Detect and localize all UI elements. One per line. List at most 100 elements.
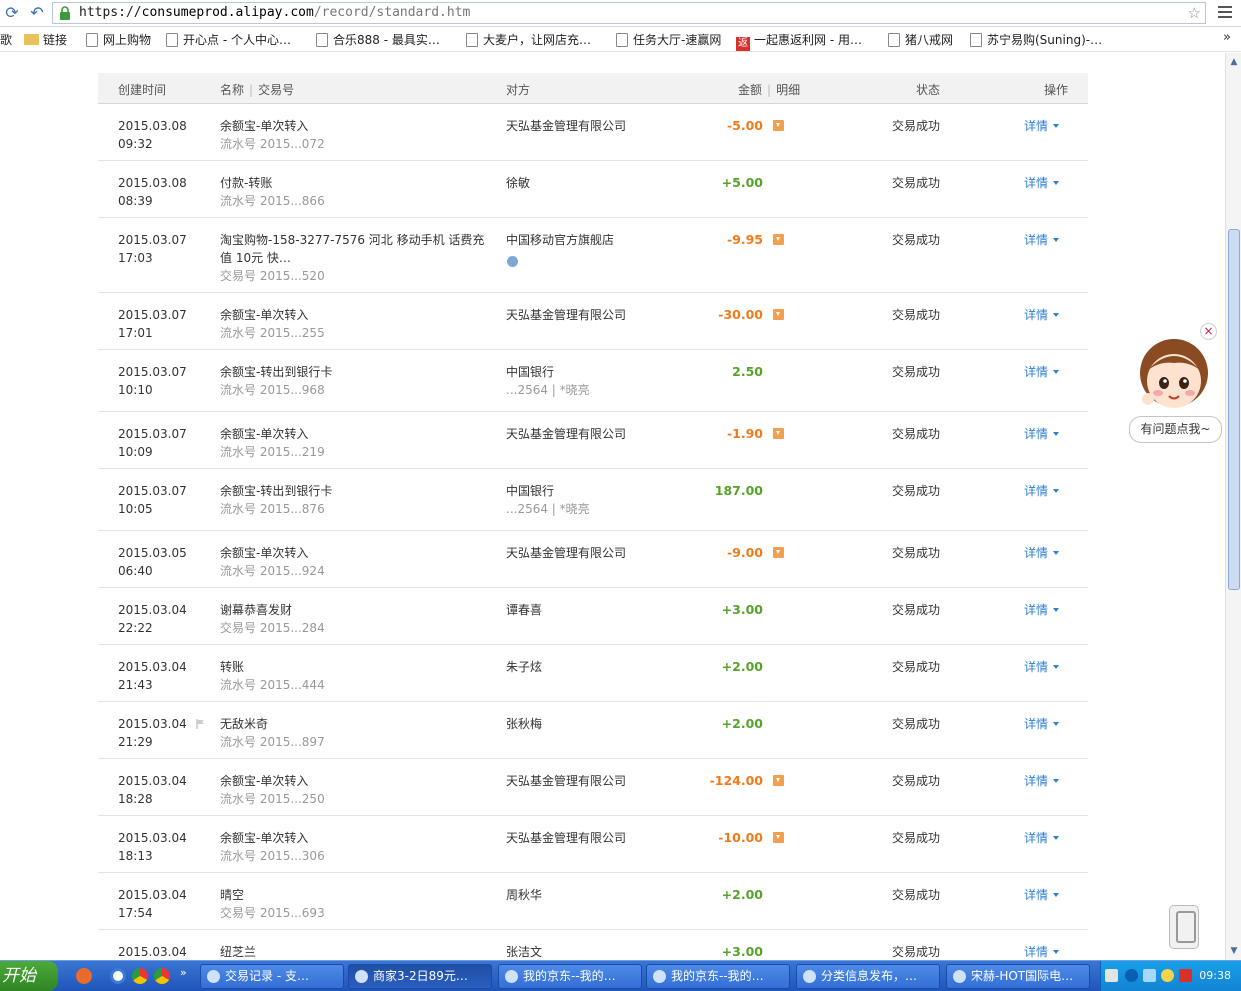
taskbar-task[interactable]: 我的京东--我的… [646, 964, 790, 989]
row-name[interactable]: 余额宝-单次转入 [220, 544, 495, 562]
caret-down-icon [1053, 893, 1060, 897]
taskbar-task[interactable]: 商家3-2日89元… [348, 964, 492, 989]
row-ref: 交易号 2015...693 [220, 906, 325, 920]
row-detail-link[interactable]: 详情 [1024, 886, 1060, 904]
help-bubble[interactable]: 有问题点我~ [1129, 416, 1222, 443]
tray-input-icon[interactable] [1105, 969, 1118, 982]
row-status: 交易成功 [892, 308, 941, 322]
row-name[interactable]: 余额宝-转出到银行卡 [220, 363, 495, 381]
taskbar-task[interactable]: 宋赫-HOT国际电… [946, 964, 1090, 989]
bookmark-label: 大麦户，让网店充… [483, 33, 592, 47]
row-detail-link[interactable]: 详情 [1024, 363, 1060, 381]
taskbar-task[interactable]: 交易记录 - 支… [200, 964, 344, 989]
mobile-phone-icon[interactable] [1169, 905, 1199, 949]
scroll-down-icon[interactable]: ▼ [1228, 944, 1240, 958]
row-amount: +3.00 [721, 944, 763, 959]
quicklaunch-more-icon[interactable]: » [180, 966, 187, 979]
bookmark-item[interactable]: 大麦户，让网店充… [466, 31, 591, 48]
row-detail-link[interactable]: 详情 [1024, 174, 1060, 192]
tray-back-icon[interactable] [1125, 969, 1138, 982]
detail-dropdown-icon[interactable] [773, 120, 784, 131]
bookmark-item[interactable]: 苏宁易购(Suning)-… [970, 31, 1102, 48]
header-name: 名称 [220, 83, 245, 97]
bookmark-item[interactable]: 任务大厅-速赢网 [616, 31, 721, 48]
row-name[interactable]: 余额宝-单次转入 [220, 117, 495, 135]
row-name[interactable]: 余额宝-单次转入 [220, 306, 495, 324]
taskbar-task[interactable]: 我的京东--我的… [498, 964, 642, 989]
start-button[interactable]: 开始 [0, 961, 58, 991]
row-detail-link[interactable]: 详情 [1024, 425, 1060, 443]
row-detail-link[interactable]: 详情 [1024, 306, 1060, 324]
bookmark-star-icon[interactable]: ☆ [1188, 4, 1201, 22]
row-status: 交易成功 [892, 945, 941, 959]
row-amount: +3.00 [721, 602, 763, 617]
flag-icon[interactable] [196, 719, 205, 729]
scrollbar-thumb[interactable] [1228, 229, 1240, 590]
row-detail-link[interactable]: 详情 [1024, 601, 1060, 619]
clock-icon [507, 256, 518, 267]
detail-dropdown-icon[interactable] [773, 309, 784, 320]
bookmark-item[interactable]: 合乐888 - 最具实… [316, 31, 440, 48]
row-name[interactable]: 余额宝-单次转入 [220, 425, 495, 443]
detail-dropdown-icon[interactable] [773, 547, 784, 558]
row-name[interactable]: 余额宝-转出到银行卡 [220, 482, 495, 500]
tray-chat-icon[interactable] [1143, 969, 1156, 982]
row-name[interactable]: 余额宝-单次转入 [220, 772, 495, 790]
row-detail-link[interactable]: 详情 [1024, 772, 1060, 790]
row-amount: -124.00 [709, 773, 763, 788]
detail-dropdown-icon[interactable] [773, 428, 784, 439]
bookmark-item[interactable]: 链接 [24, 31, 67, 48]
quicklaunch-ie-icon[interactable] [110, 968, 126, 984]
row-name[interactable]: 淘宝购物-158-3277-7576 河北 移动手机 话费充值 10元 快… [220, 231, 495, 267]
row-name[interactable]: 谢幕恭喜发财 [220, 601, 495, 619]
row-detail-link[interactable]: 详情 [1024, 658, 1060, 676]
assistant-avatar-icon[interactable] [1134, 333, 1214, 423]
row-date: 2015.03.07 [118, 308, 187, 322]
quicklaunch-chrome2-icon[interactable] [154, 968, 170, 984]
system-tray: 09:38 [1100, 961, 1241, 991]
row-ref: 流水号 2015...255 [220, 326, 325, 340]
row-date: 2015.03.04 [118, 660, 187, 674]
row-name[interactable]: 晴空 [220, 886, 495, 904]
bookmark-item[interactable]: 网上购物 [86, 31, 151, 48]
scroll-up-icon[interactable]: ▲ [1228, 55, 1240, 69]
row-detail-link[interactable]: 详情 [1024, 943, 1060, 960]
detail-dropdown-icon[interactable] [773, 775, 784, 786]
tray-jd-icon[interactable] [1179, 969, 1192, 982]
row-detail-link[interactable]: 详情 [1024, 829, 1060, 847]
reload-icon[interactable]: ⟳ [2, 3, 22, 23]
vertical-scrollbar[interactable]: ▲ ▼ [1225, 53, 1241, 960]
bookmarks-more-button[interactable]: » [1223, 30, 1231, 45]
row-name[interactable]: 余额宝-单次转入 [220, 829, 495, 847]
row-ref: 流水号 2015...219 [220, 445, 325, 459]
menu-icon[interactable] [1216, 3, 1234, 23]
help-assistant-widget[interactable]: × 有问题点我~ [1128, 323, 1224, 448]
row-date: 2015.03.04 [118, 717, 187, 731]
row-name[interactable]: 转账 [220, 658, 495, 676]
row-name[interactable]: 付款-转账 [220, 174, 495, 192]
bookmark-item[interactable]: 开心点 - 个人中心… [166, 31, 291, 48]
row-detail-link[interactable]: 详情 [1024, 482, 1060, 500]
back-icon[interactable]: ↶ [27, 3, 47, 23]
bookmark-item[interactable]: 猪八戒网 [888, 31, 953, 48]
url-input[interactable]: https://consumeprod.alipay.com/record/st… [52, 2, 1206, 24]
detail-link-label: 详情 [1024, 233, 1049, 247]
row-time: 17:01 [118, 326, 153, 340]
row-name[interactable]: 纽芝兰 [220, 943, 495, 960]
detail-dropdown-icon[interactable] [773, 832, 784, 843]
row-detail-link[interactable]: 详情 [1024, 544, 1060, 562]
row-detail-link[interactable]: 详情 [1024, 715, 1060, 733]
bookmark-item[interactable]: 返一起惠返利网 - 用… [736, 31, 862, 51]
quicklaunch-qq-icon[interactable] [76, 968, 92, 984]
bookmark-item[interactable]: 歌 [0, 31, 12, 48]
taskbar-task[interactable]: 分类信息发布，… [796, 964, 940, 989]
row-detail-link[interactable]: 详情 [1024, 117, 1060, 135]
tray-qq-icon[interactable] [1161, 969, 1174, 982]
detail-dropdown-icon[interactable] [773, 234, 784, 245]
row-detail-link[interactable]: 详情 [1024, 231, 1060, 249]
header-op: 操作 [1044, 83, 1069, 97]
quicklaunch-chrome-icon[interactable] [132, 968, 148, 984]
row-status: 交易成功 [892, 546, 941, 560]
row-ref: 流水号 2015...876 [220, 502, 325, 516]
row-name[interactable]: 无敌米奇 [220, 715, 495, 733]
